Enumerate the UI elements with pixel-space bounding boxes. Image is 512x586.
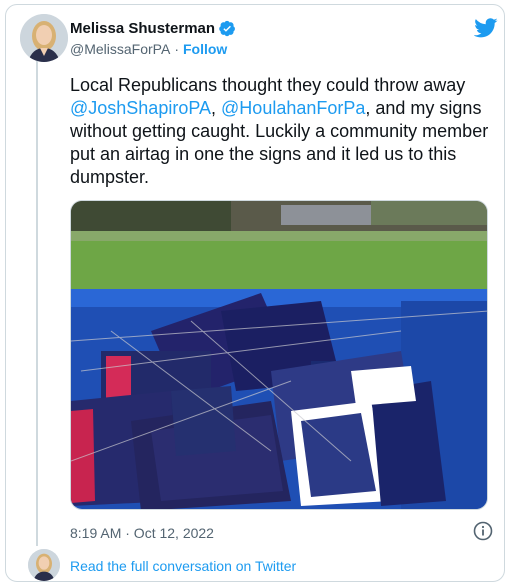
handle-separator: · [174, 41, 179, 57]
tweet-text-part: Local Republicans thought they could thr… [70, 75, 466, 95]
footer-avatar[interactable] [28, 549, 60, 581]
mention-link[interactable]: @JoshShapiroPA [70, 98, 211, 118]
profile-avatar[interactable] [20, 14, 68, 62]
author-handle-row: @MelissaForPA · Follow [70, 41, 227, 57]
author-name-row: Melissa Shusterman [70, 20, 236, 37]
thread-line [36, 60, 38, 546]
read-conversation-link[interactable]: Read the full conversation on Twitter [70, 558, 296, 574]
tweet-timestamp[interactable]: 8:19 AM · Oct 12, 2022 [70, 525, 214, 541]
tweet-text: Local Republicans thought they could thr… [70, 74, 495, 189]
verified-badge-icon [219, 20, 236, 37]
author-display-name[interactable]: Melissa Shusterman [70, 20, 215, 37]
author-handle[interactable]: @MelissaForPA [70, 41, 170, 57]
tweet-text-part: , [211, 98, 222, 118]
info-icon[interactable] [473, 521, 493, 541]
follow-button[interactable]: Follow [183, 41, 227, 57]
twitter-bird-icon[interactable] [473, 18, 498, 38]
mention-link[interactable]: @HoulahanForPa [221, 98, 365, 118]
dumpster-photo[interactable] [70, 200, 488, 510]
